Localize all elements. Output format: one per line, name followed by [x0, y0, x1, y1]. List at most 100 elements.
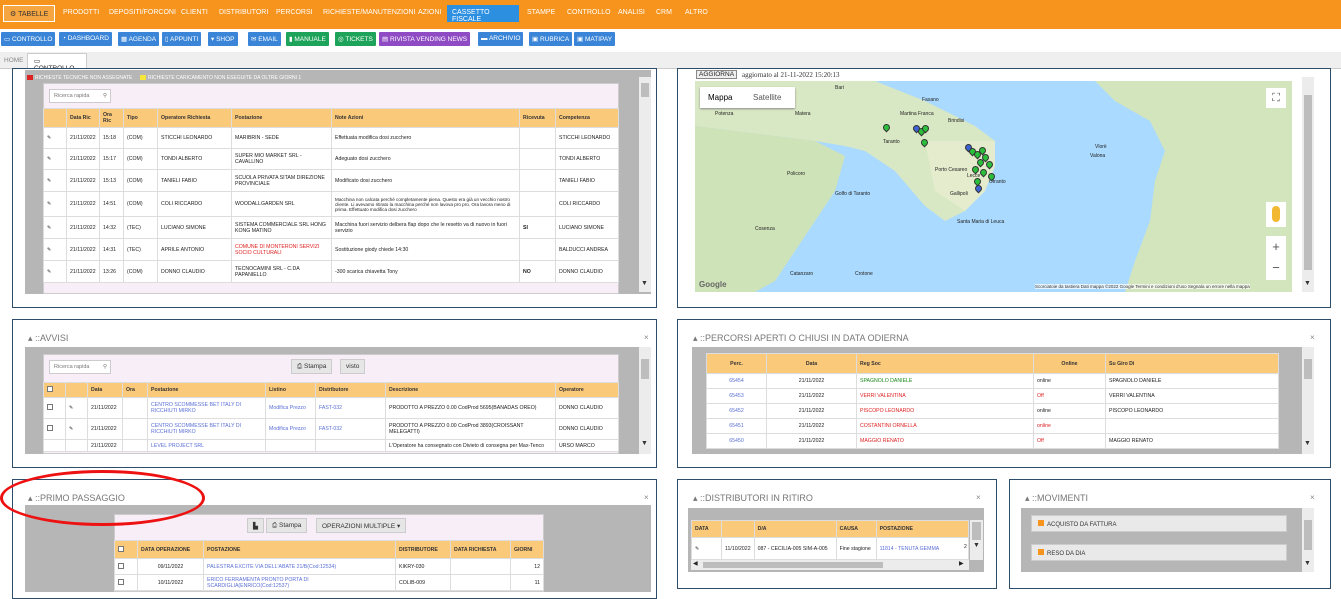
scroll-down-icon[interactable]: ▼ — [641, 440, 648, 447]
requests-search[interactable]: Ricerca rapida ⚲ — [49, 89, 111, 103]
movimento-item-acquisto[interactable]: ACQUISTO DA FATTURA — [1031, 515, 1287, 532]
breadcrumb-home[interactable]: HOME — [4, 57, 24, 64]
drag-handle-icon[interactable]: ▴ — [1025, 493, 1032, 503]
edit-icon[interactable]: ✎ — [43, 191, 67, 217]
drag-handle-icon[interactable]: ▴ — [693, 333, 700, 343]
table-row[interactable]: ✎ 21/11/2022 14:51 (COM) COLI RICCARDO WOODAL… — [43, 191, 619, 217]
edit-icon[interactable]: ✎ — [43, 260, 67, 283]
table-row[interactable]: ✎ 21/11/2022 14:32 (TEC) LUCIANO SIMONE SISTE… — [43, 216, 619, 239]
avvisi-search[interactable]: Ricerca rapida ⚲ — [49, 360, 111, 374]
scroll-down-icon[interactable]: ▼ — [1304, 560, 1311, 567]
edit-icon[interactable]: ✎ — [43, 238, 67, 261]
select-all-checkbox[interactable] — [43, 382, 66, 398]
subnav-archivio[interactable]: ▬ ARCHIVIO — [478, 32, 524, 46]
map-scrollbar[interactable]: ▼ — [1302, 77, 1314, 292]
scroll-down-icon[interactable]: ▼ — [973, 542, 980, 549]
movimento-item-reso[interactable]: RESO DA DIA — [1031, 544, 1287, 561]
subnav-dashboard[interactable]: ◔ DASHBOARD — [59, 32, 112, 46]
edit-icon[interactable]: ✎ — [43, 216, 67, 239]
table-row[interactable]: 10/11/2022 ERICO FERRAMENTA PRONTO PORTA … — [114, 574, 544, 591]
table-row[interactable]: 65451 21/11/2022 COSTANTINI ORNELLA online — [706, 418, 1279, 434]
movimenti-scrollbar[interactable]: ▼ — [1302, 508, 1314, 572]
subnav-email[interactable]: ✉ EMAIL — [248, 32, 281, 46]
scroll-right-icon[interactable]: ▶ — [959, 560, 964, 567]
subnav-shop[interactable]: ▾ SHOP — [208, 32, 238, 46]
subnav-agenda[interactable]: ▦ AGENDA — [118, 32, 160, 46]
nav-altro[interactable]: ALTRO — [685, 9, 708, 16]
close-icon[interactable]: × — [1310, 333, 1315, 342]
table-row[interactable]: 65452 21/11/2022 PISCOPO LEONARDO online PIS… — [706, 403, 1279, 419]
subnav-matipay[interactable]: ▣ MATIPAY — [574, 32, 616, 46]
nav-stampe[interactable]: STAMPE — [527, 9, 555, 16]
table-row[interactable]: 21/11/2022 LEVEL PROJECT SRL L'Operatore h… — [43, 439, 619, 452]
ritiro-vscrollbar[interactable]: ▼ — [970, 520, 983, 560]
table-row[interactable]: ✎ 21/11/2022 15:17 (COM) TONDI ALBERTO SUPER … — [43, 148, 619, 170]
nav-distributori[interactable]: DISTRIBUTORI — [219, 9, 268, 16]
primo-stampa-button[interactable]: ⎙ Stampa — [266, 518, 308, 533]
map-type-mappa[interactable]: Mappa — [708, 93, 732, 102]
edit-icon[interactable]: ✎ — [65, 397, 88, 419]
table-row[interactable]: ✎ 21/11/2022 15:13 (COM) TANIELI FABIO SCUOLA… — [43, 169, 619, 192]
select-all-checkbox[interactable] — [114, 540, 138, 559]
row-checkbox[interactable] — [43, 439, 66, 452]
avvisi-scrollbar[interactable]: ▼ — [639, 347, 651, 454]
row-checkbox[interactable] — [43, 397, 66, 419]
zoom-in-icon[interactable]: + — [1266, 236, 1286, 257]
nav-clienti[interactable]: CLIENTI — [181, 9, 208, 16]
subnav-tickets[interactable]: ◎ TICKETS — [335, 32, 376, 46]
edit-icon[interactable]: ✎ — [65, 418, 88, 440]
row-checkbox[interactable] — [114, 558, 138, 575]
close-icon[interactable]: × — [976, 493, 981, 502]
tabelle-button[interactable]: ⚙ TABELLE — [3, 5, 55, 22]
nav-controllo[interactable]: CONTROLLO — [567, 9, 611, 16]
percorsi-scrollbar[interactable]: ▼ — [1302, 347, 1314, 454]
scroll-down-icon[interactable]: ▼ — [1304, 440, 1311, 447]
drag-handle-icon[interactable]: ▴ — [28, 333, 35, 343]
subnav-rivista[interactable]: ▤ RIVISTA VENDING NEWS — [379, 32, 471, 46]
table-row[interactable]: ✎ 21/11/2022 15:18 (COM) STICCHI LEONARDO MAR… — [43, 127, 619, 149]
edit-icon[interactable]: ✎ — [691, 537, 722, 560]
scroll-down-icon[interactable]: ▼ — [641, 280, 648, 287]
nav-crm[interactable]: CRM — [656, 9, 672, 16]
subnav-manuale[interactable]: ▮ MANUALE — [286, 32, 329, 46]
table-row[interactable]: ✎ 21/11/2022 CENTRO SCOMMESSE BET ITALY DI… — [43, 418, 619, 440]
map-type-satellite[interactable]: Satellite — [753, 93, 781, 102]
edit-icon[interactable]: ✎ — [43, 127, 67, 149]
pegman-icon[interactable] — [1266, 202, 1286, 227]
row-checkbox[interactable] — [114, 574, 138, 591]
scroll-left-icon[interactable]: ◀ — [693, 560, 698, 567]
scroll-down-icon[interactable]: ▼ — [1304, 280, 1311, 287]
nav-azioni[interactable]: AZIONI — [418, 9, 441, 16]
table-row[interactable]: 09/11/2022 PALESTRA EXCITE VIA DELL'ABATE… — [114, 558, 544, 575]
table-row[interactable]: ✎ 21/11/2022 14:31 (TEC) APRILE ANTONIO COMUN… — [43, 238, 619, 261]
subnav-appunti[interactable]: ▯ APPUNTI — [162, 32, 202, 46]
avvisi-visto-button[interactable]: visto — [340, 359, 366, 374]
zoom-out-icon[interactable]: − — [1266, 257, 1286, 278]
fullscreen-icon[interactable]: ⛶ — [1266, 88, 1286, 108]
edit-icon[interactable]: ✎ — [43, 148, 67, 170]
close-icon[interactable]: × — [644, 333, 649, 342]
nav-percorsi[interactable]: PERCORSI — [276, 9, 313, 16]
edit-icon[interactable] — [65, 439, 88, 452]
nav-cassetto-fiscale[interactable]: CASSETTO FISCALE — [447, 5, 519, 23]
aggiorna-button[interactable]: AGGIORNA — [696, 70, 738, 79]
table-row[interactable]: 65450 21/11/2022 MAGGIO RENATO Off MAGGIO RE… — [706, 433, 1279, 449]
table-row[interactable]: ✎ 11/10/2022 087 - CECILIA-005 SIM-A-005 Fi… — [691, 537, 970, 560]
export-button[interactable]: ▙ — [247, 518, 264, 533]
table-row[interactable]: 65454 21/11/2022 SPAGNOLO DANIELE online SPA… — [706, 373, 1279, 389]
operazioni-multiple-dropdown[interactable]: OPERAZIONI MULTIPLE ▾ — [316, 518, 407, 533]
subnav-rubrica[interactable]: ▣ RUBRICA — [529, 32, 573, 46]
nav-analisi[interactable]: ANALISI — [618, 9, 645, 16]
map[interactable]: Mappa Satellite ⛶ + − Google Scorciatoie … — [695, 81, 1292, 292]
nav-richieste[interactable]: RICHIESTE/MANUTENZIONI — [323, 9, 416, 16]
tab-controllo[interactable]: ▭ CONTROLLO — [27, 53, 87, 72]
avvisi-stampa-button[interactable]: ⎙ Stampa — [291, 359, 333, 374]
requests-scrollbar[interactable]: ▼ — [639, 77, 651, 292]
row-checkbox[interactable] — [43, 418, 66, 440]
nav-depositi[interactable]: DEPOSITI/FORCONI — [109, 9, 176, 16]
table-row[interactable]: 65453 21/11/2022 VERRI VALENTINA Off VERRI V… — [706, 388, 1279, 404]
subnav-controllo[interactable]: ▭ CONTROLLO — [1, 32, 56, 46]
close-icon[interactable]: × — [1310, 493, 1315, 502]
drag-handle-icon[interactable]: ▴ — [693, 493, 700, 503]
table-row[interactable]: ✎ 21/11/2022 13:26 (COM) DONNO CLAUDIO TECNOC… — [43, 260, 619, 283]
